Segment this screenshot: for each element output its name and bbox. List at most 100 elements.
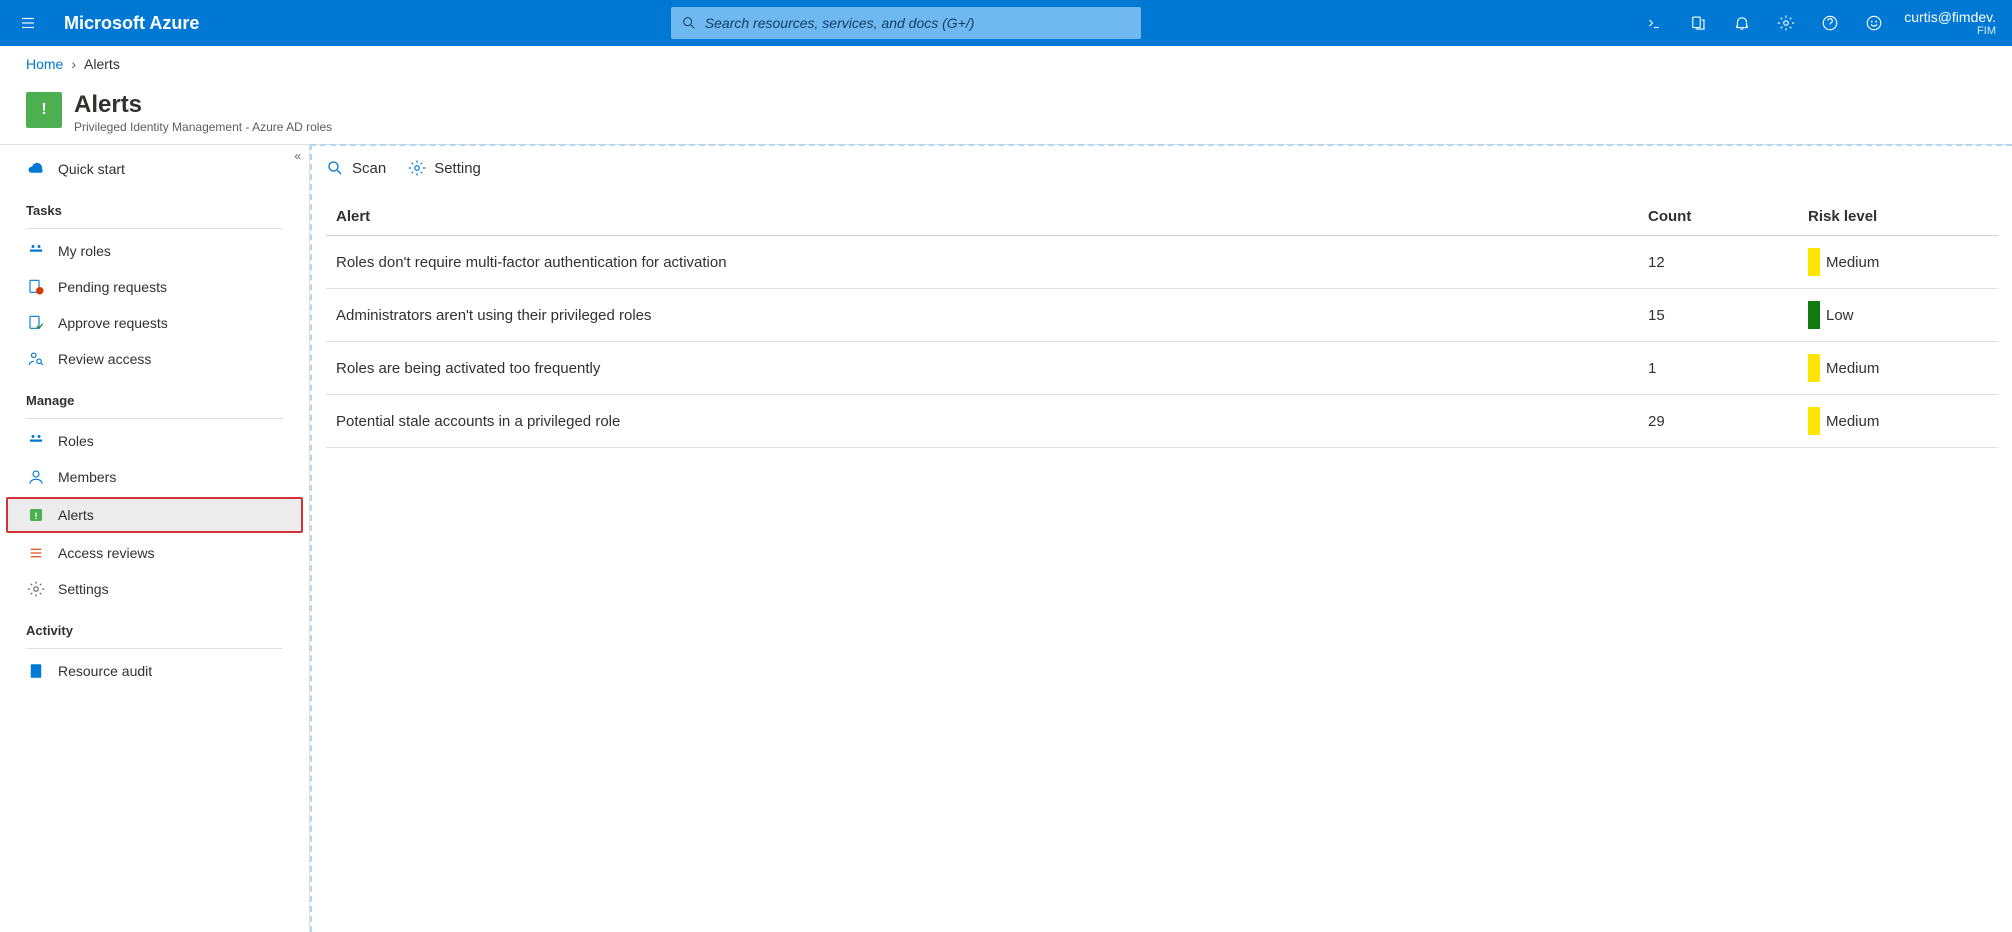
brand[interactable]: Microsoft Azure <box>64 13 199 34</box>
setting-button[interactable]: Setting <box>408 159 481 177</box>
toolbar: Scan Setting <box>312 146 2012 190</box>
sidebar-item-label: My roles <box>58 243 111 259</box>
breadcrumb-current: Alerts <box>84 56 120 72</box>
risk-swatch <box>1808 248 1820 276</box>
table-row[interactable]: Potential stale accounts in a privileged… <box>326 395 1998 448</box>
sidebar-item-label: Pending requests <box>58 279 167 295</box>
breadcrumb: Home › Alerts <box>0 46 2012 82</box>
risk-swatch <box>1808 354 1820 382</box>
cell-risk: Medium <box>1798 395 1998 448</box>
sidebar-item-label: Review access <box>58 351 151 367</box>
gear-icon <box>26 579 46 599</box>
feedback-icon[interactable] <box>1852 0 1896 46</box>
sidebar-item-access-reviews[interactable]: Access reviews <box>0 535 309 571</box>
cell-risk: Medium <box>1798 342 1998 395</box>
cell-alert: Administrators aren't using their privil… <box>326 289 1638 342</box>
cell-count: 29 <box>1638 395 1798 448</box>
notifications-icon[interactable] <box>1720 0 1764 46</box>
tool-label: Scan <box>352 160 386 177</box>
review-icon <box>26 349 46 369</box>
cell-count: 12 <box>1638 236 1798 289</box>
sidebar-item-quick-start[interactable]: Quick start <box>0 151 309 187</box>
top-bar: Microsoft Azure curtis@fimdev. FIM <box>0 0 2012 46</box>
sidebar-item-label: Resource audit <box>58 663 152 679</box>
sidebar-item-label: Quick start <box>58 161 125 177</box>
alerts-blade-icon <box>26 92 62 128</box>
page-subtitle: Privileged Identity Management - Azure A… <box>74 120 332 134</box>
sidebar-item-label: Access reviews <box>58 545 154 561</box>
risk-label: Medium <box>1826 254 1879 271</box>
sidebar-item-pending-requests[interactable]: Pending requests <box>0 269 309 305</box>
main: Scan Setting Alert Count Risk level Role… <box>310 144 2012 932</box>
search-input[interactable] <box>705 15 1131 31</box>
scan-button[interactable]: Scan <box>326 159 386 177</box>
tool-label: Setting <box>434 160 481 177</box>
sidebar-section-tasks: Tasks <box>0 187 309 224</box>
approve-icon <box>26 313 46 333</box>
sidebar-item-label: Roles <box>58 433 94 449</box>
sidebar-item-my-roles[interactable]: My roles <box>0 233 309 269</box>
sidebar-item-label: Approve requests <box>58 315 168 331</box>
alert-icon: ! <box>26 505 46 525</box>
cloud-icon <box>26 159 46 179</box>
risk-label: Low <box>1826 307 1854 324</box>
table-row[interactable]: Administrators aren't using their privil… <box>326 289 1998 342</box>
user-email: curtis@fimdev. <box>1904 9 1996 25</box>
person-icon <box>26 467 46 487</box>
roles-icon <box>26 241 46 261</box>
page-title: Alerts <box>74 92 332 118</box>
sidebar-item-resource-audit[interactable]: Resource audit <box>0 653 309 689</box>
sidebar-item-label: Members <box>58 469 116 485</box>
table-row[interactable]: Roles are being activated too frequently… <box>326 342 1998 395</box>
settings-icon[interactable] <box>1764 0 1808 46</box>
sidebar-item-review-access[interactable]: Review access <box>0 341 309 377</box>
page-header: Alerts Privileged Identity Management - … <box>0 82 2012 145</box>
search-icon <box>326 159 344 177</box>
list-icon <box>26 543 46 563</box>
cell-count: 1 <box>1638 342 1798 395</box>
risk-label: Medium <box>1826 360 1879 377</box>
account-menu[interactable]: curtis@fimdev. FIM <box>1904 9 2004 37</box>
search-box[interactable] <box>671 7 1141 39</box>
cell-risk: Low <box>1798 289 1998 342</box>
search-wrap <box>671 7 1141 39</box>
help-icon[interactable] <box>1808 0 1852 46</box>
cell-count: 15 <box>1638 289 1798 342</box>
breadcrumb-home[interactable]: Home <box>26 56 63 72</box>
user-tenant: FIM <box>1904 25 1996 37</box>
table-row[interactable]: Roles don't require multi-factor authent… <box>326 236 1998 289</box>
sidebar-item-roles[interactable]: Roles <box>0 423 309 459</box>
cell-risk: Medium <box>1798 236 1998 289</box>
sidebar-section-manage: Manage <box>0 377 309 414</box>
col-header-count[interactable]: Count <box>1638 194 1798 236</box>
col-header-risk[interactable]: Risk level <box>1798 194 1998 236</box>
sidebar-section-activity: Activity <box>0 607 309 644</box>
directory-filter-icon[interactable] <box>1676 0 1720 46</box>
col-header-alert[interactable]: Alert <box>326 194 1638 236</box>
sidebar-item-settings[interactable]: Settings <box>0 571 309 607</box>
cell-alert: Potential stale accounts in a privileged… <box>326 395 1638 448</box>
sidebar-item-members[interactable]: Members <box>0 459 309 495</box>
risk-label: Medium <box>1826 413 1879 430</box>
collapse-sidebar-icon[interactable]: « <box>294 149 301 163</box>
body: « Quick start Tasks My roles Pending req… <box>0 145 2012 932</box>
audit-icon <box>26 661 46 681</box>
sidebar: « Quick start Tasks My roles Pending req… <box>0 145 310 932</box>
risk-swatch <box>1808 301 1820 329</box>
svg-text:!: ! <box>35 511 38 521</box>
sidebar-item-alerts[interactable]: ! Alerts <box>6 497 303 533</box>
cloud-shell-icon[interactable] <box>1632 0 1676 46</box>
roles-icon <box>26 431 46 451</box>
alerts-table: Alert Count Risk level Roles don't requi… <box>312 190 2012 448</box>
sidebar-item-label: Alerts <box>58 507 94 523</box>
sidebar-item-approve-requests[interactable]: Approve requests <box>0 305 309 341</box>
pending-icon <box>26 277 46 297</box>
cell-alert: Roles are being activated too frequently <box>326 342 1638 395</box>
top-icons <box>1632 0 1896 46</box>
menu-icon[interactable] <box>8 0 48 46</box>
risk-swatch <box>1808 407 1820 435</box>
cell-alert: Roles don't require multi-factor authent… <box>326 236 1638 289</box>
sidebar-item-label: Settings <box>58 581 109 597</box>
table-header-row: Alert Count Risk level <box>326 194 1998 236</box>
breadcrumb-separator: › <box>71 56 76 72</box>
